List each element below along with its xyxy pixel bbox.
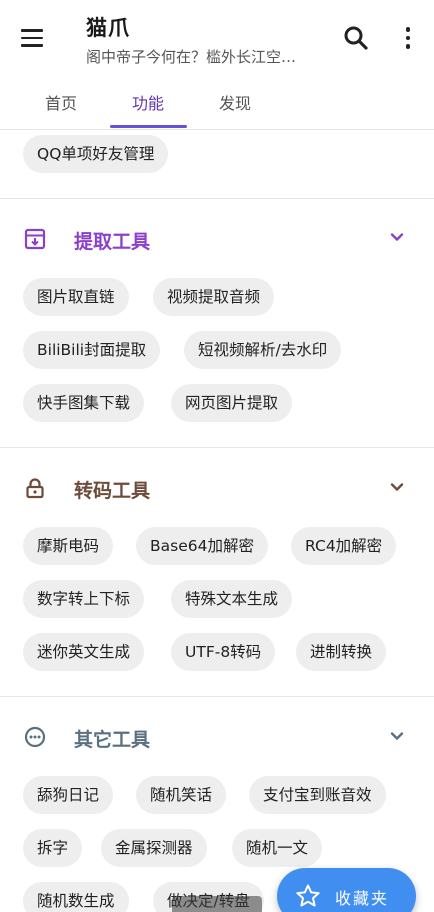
chip-video-extract-audio[interactable]: 视频提取音频 (153, 278, 275, 316)
chip-base-convert[interactable]: 进制转换 (296, 633, 387, 671)
tab-functions[interactable]: 功能 (132, 90, 164, 114)
chip-image-to-link[interactable]: 图片取直链 (23, 278, 129, 316)
favorites-fab[interactable]: 收藏夹 (277, 868, 416, 912)
tab-bar: 首页 功能 发现 (0, 78, 434, 130)
star-icon (296, 884, 320, 907)
tab-discover[interactable]: 发现 (219, 90, 251, 114)
chip-mini-english[interactable]: 迷你英文生成 (23, 633, 145, 671)
more-circle-icon (24, 726, 46, 748)
chip-rc4[interactable]: RC4加解密 (291, 527, 397, 565)
app-title: 猫爪 (86, 16, 130, 40)
more-options-icon[interactable] (396, 24, 420, 52)
app-bar: 猫爪 阁中帝子今何在？槛外长江空… (0, 0, 434, 78)
archive-box-icon (24, 228, 46, 250)
chip-utf8[interactable]: UTF-8转码 (171, 633, 276, 671)
chevron-down-icon[interactable] (388, 228, 406, 246)
chip-webpage-images[interactable]: 网页图片提取 (171, 384, 293, 422)
chip-random-joke[interactable]: 随机笑话 (136, 776, 227, 814)
divider (0, 198, 434, 199)
tab-indicator (110, 125, 187, 128)
chip-bilibili-cover[interactable]: BiliBili封面提取 (23, 331, 161, 369)
chip-dog-diary[interactable]: 舔狗日记 (23, 776, 114, 814)
chip-random-article[interactable]: 随机一文 (232, 829, 323, 867)
fab-label: 收藏夹 (335, 889, 390, 908)
app-subtitle: 阁中帝子今何在？槛外长江空… (86, 48, 297, 66)
search-icon[interactable] (342, 24, 370, 52)
lock-icon (26, 478, 44, 499)
chip-morse-code[interactable]: 摩斯电码 (23, 527, 114, 565)
divider (0, 696, 434, 697)
chip-special-text[interactable]: 特殊文本生成 (171, 580, 293, 618)
chip-split-char[interactable]: 拆字 (23, 829, 83, 867)
section-title-extract: 提取工具 (74, 231, 151, 253)
section-title-others: 其它工具 (74, 729, 151, 751)
chip-short-video-parse[interactable]: 短视频解析/去水印 (184, 331, 342, 369)
chip-metal-detector[interactable]: 金属探测器 (101, 829, 207, 867)
chip-qq-friend-manager[interactable]: QQ单项好友管理 (23, 135, 169, 173)
chip-alipay-sound[interactable]: 支付宝到账音效 (249, 776, 386, 814)
section-title-transcode: 转码工具 (74, 480, 151, 502)
tab-home[interactable]: 首页 (45, 90, 77, 114)
chevron-down-icon[interactable] (388, 478, 406, 496)
chip-base64[interactable]: Base64加解密 (136, 527, 268, 565)
chevron-down-icon[interactable] (388, 727, 406, 745)
chip-super-subscript[interactable]: 数字转上下标 (23, 580, 145, 618)
chip-random-number[interactable]: 随机数生成 (23, 882, 129, 912)
chip-kuaishou-gallery[interactable]: 快手图集下载 (23, 384, 145, 422)
toast (172, 896, 262, 912)
menu-icon[interactable] (14, 20, 50, 56)
divider (0, 447, 434, 448)
